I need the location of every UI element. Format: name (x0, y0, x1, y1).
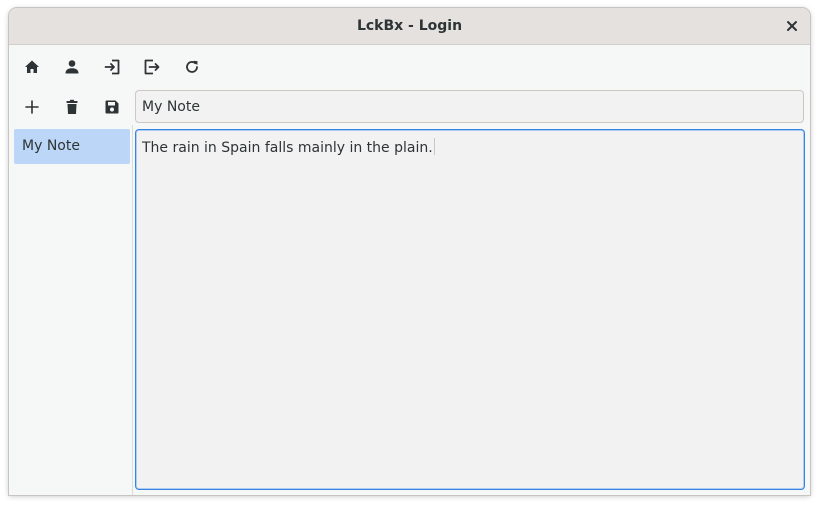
close-button[interactable] (782, 16, 802, 36)
home-button[interactable] (16, 52, 48, 82)
note-list-item[interactable]: My Note (14, 129, 130, 164)
add-note-button[interactable] (16, 92, 48, 122)
person-icon (65, 60, 79, 74)
login-icon (104, 59, 120, 75)
note-list: My Note (9, 125, 132, 495)
save-note-button[interactable] (96, 92, 128, 122)
app-window: LckBx - Login My Note My Note The rain i… (9, 8, 810, 495)
window-title: LckBx - Login (356, 18, 463, 34)
refresh-button[interactable] (176, 52, 208, 82)
logout-icon (144, 59, 160, 75)
note-content-text: The rain in Spain falls mainly in the pl… (142, 140, 433, 156)
plus-icon (25, 100, 39, 114)
delete-note-button[interactable] (56, 92, 88, 122)
sidebar-divider (132, 125, 133, 495)
trash-icon (66, 99, 78, 114)
close-icon (787, 21, 797, 31)
title-bar: LckBx - Login (9, 8, 810, 45)
account-button[interactable] (56, 52, 88, 82)
text-caret (433, 138, 435, 155)
home-icon (25, 60, 39, 73)
note-content-editor[interactable]: The rain in Spain falls mainly in the pl… (135, 129, 805, 490)
logout-button[interactable] (136, 52, 168, 82)
save-icon (105, 100, 119, 114)
login-button[interactable] (96, 52, 128, 82)
note-name-input[interactable] (135, 90, 804, 123)
refresh-icon (186, 60, 198, 73)
